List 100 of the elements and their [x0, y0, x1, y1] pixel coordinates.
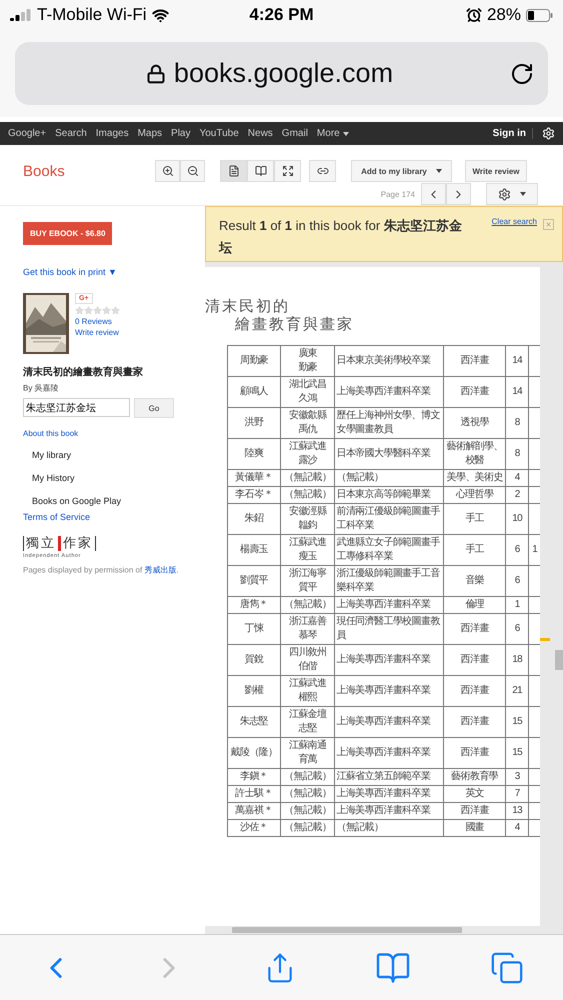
- table-cell: 前清兩江優級師範圖畫手工科卒業: [334, 504, 444, 534]
- view-mode-button[interactable]: [247, 160, 274, 182]
- alarm-icon: [466, 7, 482, 23]
- zoom-out-button[interactable]: [180, 160, 205, 182]
- table-cell: 14: [505, 376, 529, 408]
- menu-item[interactable]: My History: [32, 473, 122, 483]
- table-cell: 手工: [444, 504, 506, 534]
- scrollbar-thumb[interactable]: [555, 650, 563, 670]
- get-print-link[interactable]: Get this book in print ▼: [23, 267, 117, 277]
- reload-icon[interactable]: [510, 62, 534, 86]
- table-cell: 沙佐＊: [228, 820, 280, 836]
- table-cell: 上海美專西洋畫科卒業: [334, 786, 444, 802]
- publisher-link[interactable]: 秀威出版: [144, 566, 176, 575]
- address-bar[interactable]: books.google.com: [15, 42, 548, 105]
- zoom-in-button[interactable]: [155, 160, 180, 182]
- table-cell: 日本東京高等師範畢業: [334, 486, 444, 504]
- table-cell: 李鎭＊: [228, 768, 280, 786]
- caret-icon: [436, 169, 442, 173]
- cell-text: （無記載）: [283, 471, 332, 485]
- google-bar-link[interactable]: Maps: [138, 128, 162, 139]
- table-cell: 西洋畫: [444, 614, 506, 644]
- table-cell: 江蘇省立第五師範卒業: [334, 768, 444, 786]
- cell-text: （無記載）: [283, 770, 332, 784]
- table-cell: 日本東京美術學校卒業: [334, 346, 444, 376]
- more-menu[interactable]: More: [316, 128, 349, 139]
- google-bar-link[interactable]: Images: [96, 128, 129, 139]
- table-cell: 美學、美術史: [444, 470, 506, 486]
- link-button[interactable]: [309, 160, 336, 182]
- cell-text: 江蘇武進: [288, 536, 328, 550]
- table-cell: 音樂: [444, 566, 506, 596]
- star-icon: [75, 306, 84, 315]
- table-cell: 朱鉊: [228, 504, 280, 534]
- zoom-out-icon: [186, 165, 198, 177]
- cell-text: 江蘇金壇: [288, 708, 328, 722]
- table-cell: 西洋畫: [444, 738, 506, 768]
- table-cell: 藝術教育學: [444, 768, 506, 786]
- table-cell: 西洋畫: [444, 676, 506, 706]
- table-cell: 2: [505, 486, 529, 504]
- table-cell: 6: [505, 614, 529, 644]
- table-cell: 日本帝國大學醫科卒業: [334, 438, 444, 470]
- tabs-button[interactable]: [490, 950, 524, 984]
- table-cell: 上海美專西洋畫科卒業: [334, 676, 444, 706]
- cell-text: （無記載）: [283, 787, 332, 801]
- cell-text: （無記載）: [283, 488, 332, 502]
- write-review-link[interactable]: Write review: [75, 328, 119, 337]
- table-cell: 陸爽: [228, 438, 280, 470]
- cell-text: （無記載）: [283, 821, 332, 835]
- add-to-library-button[interactable]: Add to my library: [351, 160, 452, 182]
- google-bar-link[interactable]: YouTube: [199, 128, 239, 139]
- reviews-link[interactable]: 0 Reviews: [75, 317, 112, 326]
- clear-search-link[interactable]: Clear search: [492, 217, 537, 261]
- table-cell: 手工: [444, 534, 506, 566]
- google-bar-link[interactable]: Google+: [8, 128, 46, 139]
- tabs-icon: [490, 950, 524, 984]
- close-button[interactable]: [543, 219, 554, 230]
- menu-item[interactable]: Books on Google Play: [32, 496, 122, 506]
- permission-text: Pages displayed by permission of: [23, 566, 144, 575]
- google-bar-link[interactable]: Play: [171, 128, 190, 139]
- table-cell: 7: [505, 786, 529, 802]
- wifi-icon: [152, 6, 169, 24]
- table-cell: 上海美專西洋畫科卒業: [334, 802, 444, 820]
- google-bar-link[interactable]: Search: [55, 128, 87, 139]
- view-mode-button[interactable]: [274, 160, 301, 182]
- link-icon: [316, 165, 328, 177]
- page-heading: 清末民初的: [205, 297, 291, 315]
- sign-in-link[interactable]: Sign in: [492, 128, 533, 139]
- cell-text: 四川敘州: [288, 646, 328, 660]
- search-field[interactable]: 朱志坚江苏金坛: [23, 398, 130, 417]
- about-book-link[interactable]: About this book: [23, 429, 78, 438]
- table-cell: 6: [505, 566, 529, 596]
- cell-text: 禹仇: [297, 423, 318, 437]
- table-cell: （無記載）: [334, 820, 444, 836]
- cell-text: 江蘇南通: [288, 739, 328, 753]
- caret-icon: [520, 192, 526, 196]
- table-cell: 劉權: [228, 676, 280, 706]
- table-cell: 英文: [444, 786, 506, 802]
- settings-icon[interactable]: [542, 127, 555, 140]
- table-cell: 14: [505, 346, 529, 376]
- books-title[interactable]: Books: [23, 162, 155, 180]
- search-hit-marker: [540, 638, 550, 641]
- terms-link[interactable]: Terms of Service: [23, 512, 90, 522]
- google-bar-link[interactable]: News: [248, 128, 273, 139]
- menu-item[interactable]: My library: [32, 450, 122, 460]
- scrollbar-thumb[interactable]: [232, 927, 462, 933]
- table-cell: 18: [505, 644, 529, 676]
- cell-text: （無記載）: [283, 598, 332, 612]
- go-button[interactable]: Go: [134, 398, 174, 418]
- star-icon: [93, 306, 102, 315]
- fullscreen-icon: [282, 165, 294, 177]
- battery-icon: [526, 8, 553, 22]
- table-cell: 周勤豪: [228, 346, 280, 376]
- table-cell: 歷任上海神州女學、博文女學圖畫教員: [334, 408, 444, 438]
- buy-ebook-button[interactable]: BUY EBOOK - $6.80: [23, 222, 112, 245]
- book-title: 清末民初的繪畫教育與畫家: [23, 365, 143, 379]
- view-mode-button[interactable]: [220, 160, 247, 182]
- url-text: books.google.com: [174, 58, 394, 88]
- write-review-button[interactable]: Write review: [465, 160, 527, 182]
- google-bar-link[interactable]: Gmail: [282, 128, 308, 139]
- table-cell: 朱志堅: [228, 706, 280, 738]
- settings-button[interactable]: [486, 183, 538, 205]
